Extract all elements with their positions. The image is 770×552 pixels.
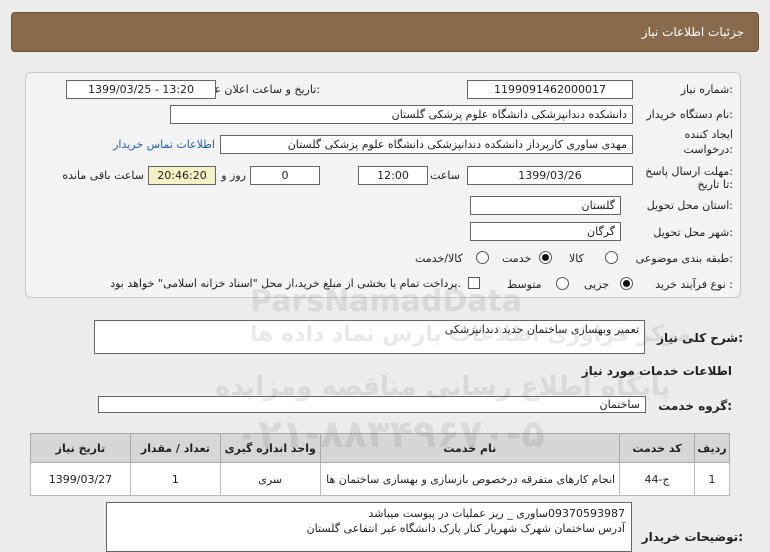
cell-index: 1 [693,462,731,496]
category-service-label: خدمت [502,252,532,265]
province-label: استان محل تحویل: [646,199,733,212]
watermark-brand: ParsNamadData [250,284,523,319]
category-label: طبقه بندی موضوعی: [635,252,733,265]
category-both-radio[interactable] [476,251,489,264]
watermark-phone: ۰۲۱-۸۸۳۴۹۶۷۰-۵ [235,412,545,456]
table-row: 1399/03/27 1 سری انجام کارهای متفرقه درخ… [30,462,731,496]
contact-info-link[interactable]: اطلاعات تماس خریدار [113,138,215,151]
watermark-line-2: پایگاه اطلاع رسانی مناقصه ومزایده [215,372,671,402]
need-number-label: شماره نیاز: [680,83,733,96]
cell-qty: 1 [129,462,221,496]
watermark-line-1: مرکز فراوری اطلاعات پارس نماد داده ها [250,322,691,347]
creator-label-2: درخواست: [683,143,734,156]
announce-field: 1399/03/25 - 13:20 [66,80,216,99]
col-date-header: تاریخ نیاز [30,433,131,463]
cell-code: ج-44 [619,462,695,496]
col-code-header: کد خدمت [619,433,695,463]
process-minor-radio[interactable] [620,277,633,290]
remaining-time-field: 20:46:20 [148,166,216,185]
creator-field: مهدی ساوری کارپرداز دانشکده دندانپزشکی د… [220,135,633,154]
need-number-field: 1199091462000017 [467,80,633,99]
notes-line-2: آدرس ساختمان شهرک شهریار کنار پارک دانشگ… [306,522,625,535]
cell-unit: سری [219,462,321,496]
page-header: جزئیات اطلاعات نیاز [11,12,759,52]
category-goods-radio[interactable] [605,251,618,264]
buyer-field: دانشکده دندانپزشکی دانشگاه علوم پزشکی گل… [170,105,633,124]
deadline-time-field: 12:00 [358,166,428,185]
category-goods-label: کالا [569,252,584,265]
city-field: گرگان [470,222,621,241]
days-field: 0 [250,166,320,185]
city-label: شهر محل تحویل: [653,226,733,239]
buyer-label: نام دستگاه خریدار: [646,108,733,121]
province-field: گلستان [470,196,621,215]
cell-date: 1399/03/27 [30,462,131,496]
deadline-label-2: تا تاریخ: [697,178,733,191]
time-label: ساعت [430,169,460,182]
process-label: نوع فرآیند خرید : [655,278,733,291]
remaining-label: ساعت باقی مانده [62,169,144,182]
cell-name: انجام کارهای متفرقه درخصوص بازسازی و بهس… [319,462,621,496]
process-minor-label: جزیی [584,278,610,291]
page-title: جزئیات اطلاعات نیاز [641,25,744,39]
col-index-header: ردیف [693,433,731,463]
days-label: روز و [221,169,246,182]
creator-label: ایجاد کننده [684,128,733,141]
category-both-label: کالا/خدمت [415,252,463,265]
category-service-radio[interactable] [539,251,552,264]
deadline-date-field: 1399/03/26 [467,166,633,185]
notes-line-1: 09370593987ساوری _ ریز عملیات در پیوست م… [368,507,625,520]
deadline-label: مهلت ارسال پاسخ: [645,165,733,178]
col-qty-header: تعداد / مقدار [129,433,221,463]
process-medium-radio[interactable] [556,277,569,290]
notes-label: توضیحات خریدار: [641,530,743,544]
